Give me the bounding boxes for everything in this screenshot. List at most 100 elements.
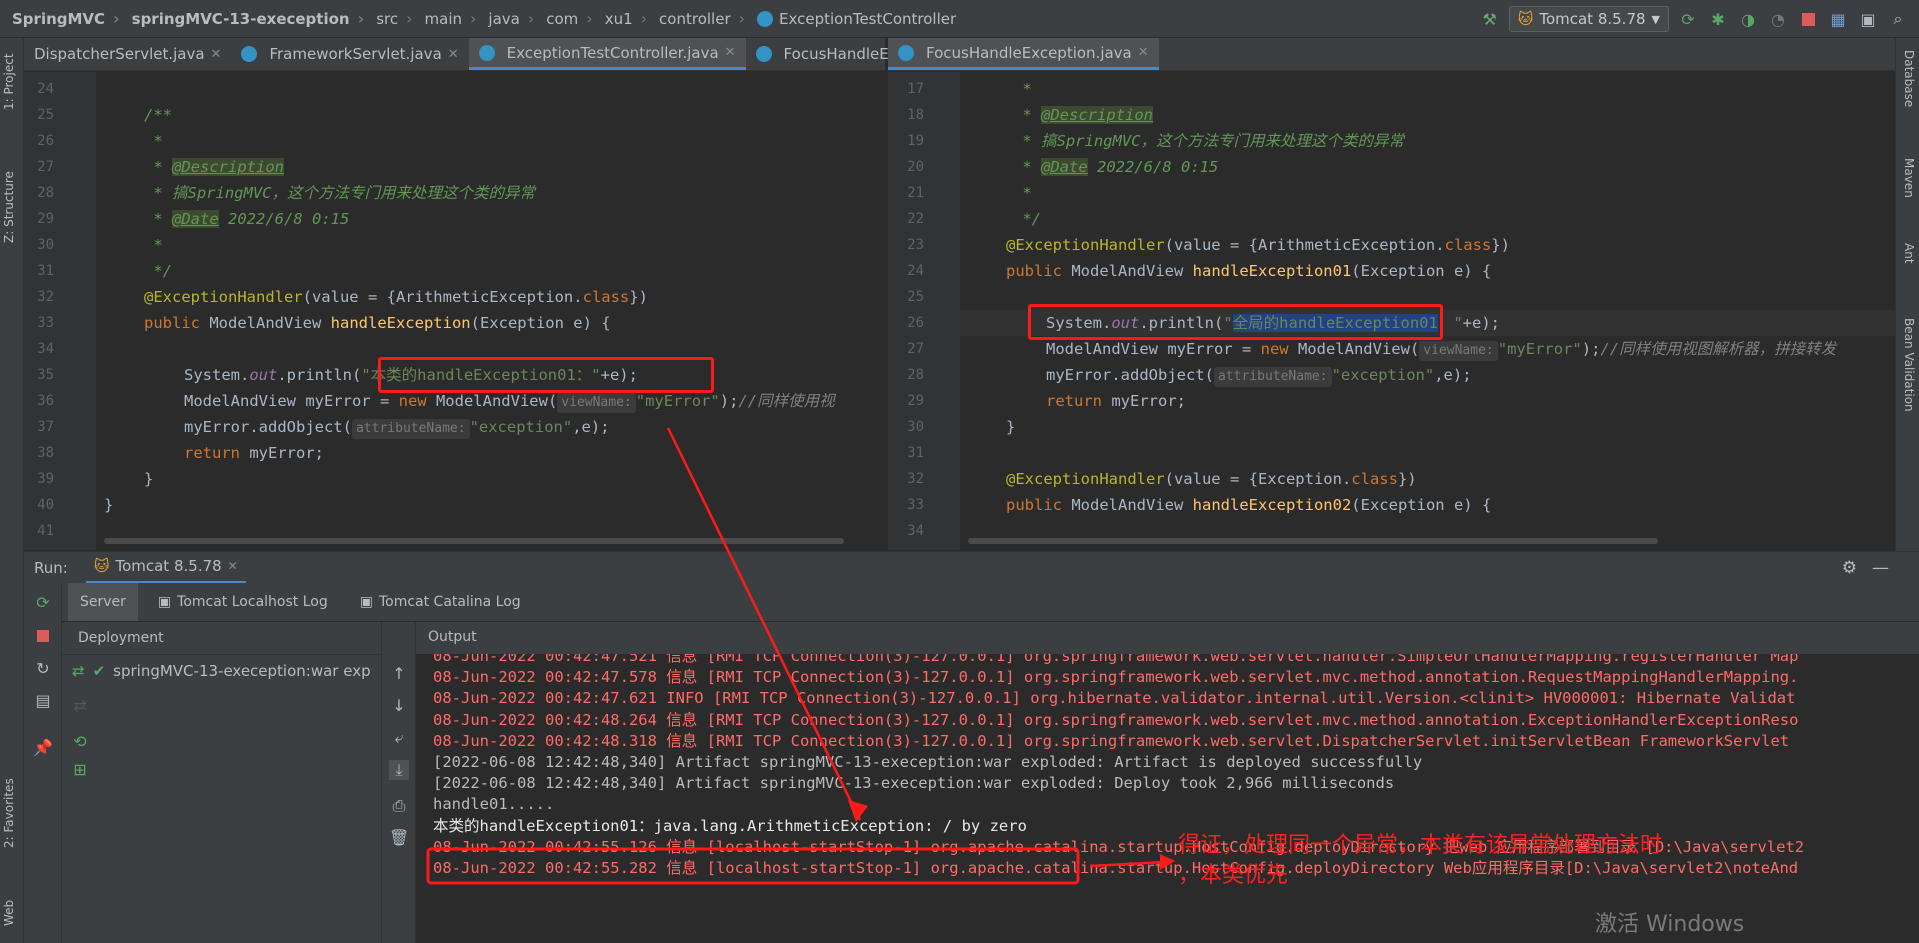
right-code-editor[interactable]: 17 18 19 20 21 22 23 24 25 26 27 28 29 30 31 32 33 34 * *… — [888, 72, 1895, 550]
run-configuration-select[interactable]: 🐱 Tomcat 8.5.78 ▼ — [1508, 6, 1669, 32]
breadcrumb-class[interactable]: ExceptionTestController — [745, 0, 956, 38]
log-icon: ▣ — [359, 594, 373, 610]
breadcrumb-project[interactable]: SpringMVC › — [0, 0, 120, 38]
settings-gear-icon[interactable]: ⚙ — [1842, 558, 1857, 578]
tab-focushandleexception[interactable]: FocusHandleException.java ✕ — [888, 38, 1159, 70]
parameter-hint: attributeName: — [351, 419, 470, 439]
project-structure-icon[interactable]: ▦ — [1827, 8, 1849, 30]
line-number: 26 — [37, 133, 54, 149]
parameter-hint: viewName: — [1419, 341, 1498, 361]
code-line: * @Date 2022/6/8 0:15 — [144, 210, 350, 228]
stop-icon[interactable] — [1797, 8, 1819, 30]
close-icon[interactable]: ✕ — [448, 47, 459, 62]
refresh-icon[interactable]: ⟲ — [70, 732, 90, 752]
line-number: 18 — [907, 107, 924, 123]
code-line: * — [144, 236, 163, 254]
soft-wrap-icon[interactable]: ⤶ — [389, 728, 409, 748]
run-tool-window-header: Run: 🐱 Tomcat 8.5.78 ✕ ⚙ — — [24, 551, 1919, 584]
line-number: 24 — [37, 81, 54, 97]
stop-icon[interactable] — [33, 627, 53, 647]
horizontal-scrollbar[interactable] — [104, 538, 844, 544]
arrow-down-icon[interactable]: ↓ — [389, 696, 409, 716]
highlight-box — [1028, 304, 1443, 340]
tool-tab-project[interactable]: 1: Project — [2, 53, 16, 110]
parameter-hint: viewName: — [557, 393, 636, 413]
close-icon[interactable]: ✕ — [1138, 45, 1149, 60]
code-line: return myError; — [184, 444, 324, 462]
minimize-icon[interactable]: — — [1872, 558, 1889, 578]
tab-catalina-log[interactable]: ▣ Tomcat Catalina Log — [348, 594, 533, 610]
console-line: 08-Jun-2022 00:42:55.282 信息 [localhost-s… — [433, 859, 1799, 877]
tab-exceptiontestcontroller[interactable]: ExceptionTestController.java ✕ — [468, 38, 746, 70]
class-icon — [757, 10, 774, 27]
code-line: } — [1006, 418, 1016, 436]
line-number: 25 — [37, 107, 54, 123]
update-icon[interactable]: ↻ — [33, 659, 53, 679]
console-output[interactable]: 08-Jun-2022 00:42:47.521 信息 [RMI TCP Con… — [416, 654, 1889, 943]
rerun-icon[interactable]: ⟳ — [33, 593, 53, 613]
console-line: [2022-06-08 12:42:48,340] Artifact sprin… — [433, 753, 1423, 771]
tab-dispatcherservlet[interactable]: DispatcherServlet.java ✕ — [24, 38, 231, 70]
run-label: Run: — [34, 558, 68, 577]
coverage-icon[interactable]: ◑ — [1737, 8, 1759, 30]
tab-server[interactable]: Server — [68, 583, 138, 621]
code-line: public ModelAndView handleException(Exce… — [144, 314, 611, 332]
line-number: 33 — [37, 315, 54, 331]
tab-localhost-log[interactable]: ▣ Tomcat Localhost Log — [146, 594, 340, 610]
tab-frameworkservlet[interactable]: FrameworkServlet.java ✕ — [231, 38, 468, 70]
rerun-icon[interactable]: ⟳ — [1677, 8, 1699, 30]
tool-tab-bean-validation[interactable]: Bean Validation — [1902, 318, 1916, 412]
tool-tab-favorites[interactable]: 2: Favorites — [2, 778, 16, 848]
build-hammer-icon[interactable]: ⚒ — [1479, 8, 1501, 30]
close-icon[interactable]: ✕ — [228, 559, 238, 573]
left-code-editor[interactable]: 24 25 26 27 28 29 30 31 32 33 34 35 36 37 38 39 40 41 /**… — [24, 72, 885, 550]
debug-icon[interactable]: ✱ — [1707, 8, 1729, 30]
breadcrumb-java[interactable]: java › — [476, 0, 534, 38]
trash-icon[interactable]: 🗑 — [389, 828, 409, 848]
pin-icon[interactable]: 📌 — [33, 738, 53, 758]
deploy-add-icon[interactable]: ⊞ — [70, 760, 90, 780]
console-line: [2022-06-08 12:42:48,340] Artifact sprin… — [433, 774, 1395, 793]
scroll-to-end-icon[interactable]: ⤓ — [389, 760, 409, 780]
close-icon[interactable]: ✕ — [725, 45, 736, 60]
breadcrumb-module[interactable]: springMVC-13-exeception › — [120, 0, 365, 38]
breadcrumb-controller[interactable]: controller › — [647, 0, 745, 38]
tool-tab-ant[interactable]: Ant — [1902, 243, 1916, 264]
run-tab-tomcat[interactable]: 🐱 Tomcat 8.5.78 ✕ — [85, 552, 246, 584]
right-editor-tabs: FocusHandleException.java ✕ — [888, 38, 1895, 71]
line-number: 31 — [907, 445, 924, 461]
left-tool-strip: 1: Project Z: Structure 2: Favorites Web — [0, 38, 24, 943]
left-editor-tabs: DispatcherServlet.java ✕ FrameworkServlet… — [24, 38, 915, 71]
tool-tab-web[interactable]: Web — [2, 900, 16, 926]
code-line: * @Date 2022/6/8 0:15 — [1013, 158, 1219, 176]
breadcrumb-src[interactable]: src › — [364, 0, 412, 38]
arrow-up-icon[interactable]: ↑ — [389, 664, 409, 684]
code-line: * — [1013, 80, 1032, 98]
tool-tab-structure[interactable]: Z: Structure — [2, 171, 16, 243]
horizontal-scrollbar[interactable] — [968, 538, 1658, 544]
code-line: */ — [1013, 210, 1041, 228]
breadcrumb-com[interactable]: com › — [534, 0, 592, 38]
right-tool-strip: Database Maven Ant Bean Validation — [1895, 38, 1919, 558]
close-icon[interactable]: ✕ — [211, 47, 222, 62]
line-number: 31 — [37, 263, 54, 279]
console-line: 08-Jun-2022 00:42:48.318 信息 [RMI TCP Con… — [433, 731, 1790, 750]
search-icon[interactable]: ⌕ — [1887, 8, 1909, 30]
window-layout-icon[interactable]: ▣ — [1857, 8, 1879, 30]
code-line: return myError; — [1046, 392, 1186, 410]
tool-tab-database[interactable]: Database — [1902, 50, 1916, 107]
editor-scrollbar[interactable] — [874, 72, 885, 550]
breadcrumb-main[interactable]: main › — [413, 0, 477, 38]
breadcrumb-xu1[interactable]: xu1 › — [593, 0, 647, 38]
line-number: 28 — [907, 367, 924, 383]
profile-icon[interactable]: ◔ — [1767, 8, 1789, 30]
line-number: 29 — [37, 211, 54, 227]
line-number: 34 — [37, 341, 54, 357]
layout-icon[interactable]: ▤ — [33, 691, 53, 711]
output-label: Output — [428, 629, 477, 645]
tool-tab-maven[interactable]: Maven — [1902, 158, 1916, 198]
deployment-artifact[interactable]: ⇄ ✔ springMVC-13-exeception:war exp — [72, 662, 371, 680]
output-toolbar: ↑ ↓ ⤶ ⤓ ⎙ 🗑 — [382, 622, 416, 943]
redeploy-icon[interactable]: ⇄ — [72, 662, 85, 680]
print-icon[interactable]: ⎙ — [389, 796, 409, 816]
